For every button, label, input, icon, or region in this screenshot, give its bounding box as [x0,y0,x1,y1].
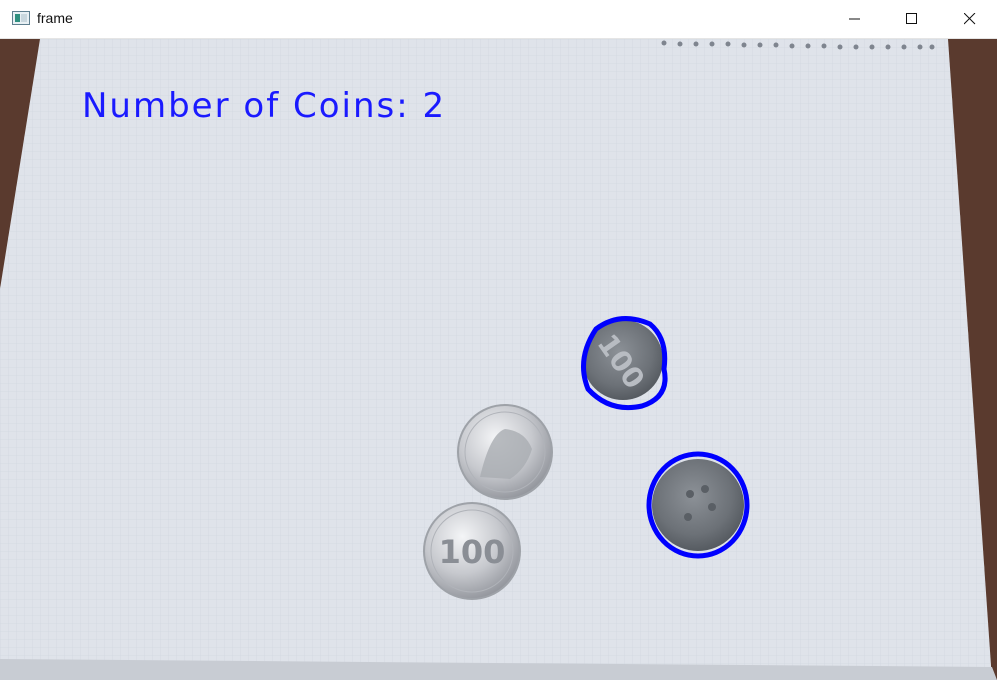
coin-value-label: 100 [439,533,506,571]
minimize-icon [849,18,860,20]
minimize-button[interactable] [832,0,878,38]
coin-count-label: Number of Coins: 2 [82,86,447,126]
maximize-button[interactable] [889,0,935,38]
coin-silver-100: 100 [423,502,521,600]
close-icon [964,13,976,25]
camera-frame: 100 100 Number of Coins: 2 [0,39,997,680]
app-window: frame 100 100 Number of Coins: 2 [0,0,997,680]
coin-silver-face [457,404,553,500]
app-icon [12,11,30,25]
close-button[interactable] [947,0,993,38]
window-title: frame [37,10,73,26]
title-bar[interactable]: frame [0,0,997,39]
camera-image: 100 100 [0,39,997,680]
maximize-icon [906,13,917,24]
coin-detected-2 [646,451,750,559]
